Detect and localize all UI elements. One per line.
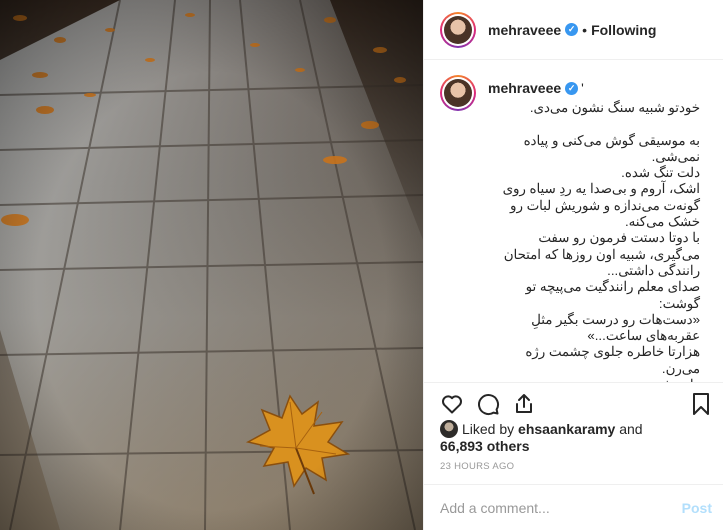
- author-username[interactable]: mehraveee: [488, 22, 561, 38]
- post-actions-bar: [424, 382, 723, 422]
- likes-prefix: Liked by: [462, 421, 515, 437]
- verified-badge-icon: ✓: [565, 23, 579, 36]
- comment-input[interactable]: [440, 499, 682, 516]
- post-timestamp[interactable]: 23 HOURS AGO: [440, 461, 514, 472]
- post-header: mehraveee ✓ • Following: [424, 0, 723, 60]
- following-button[interactable]: Following: [591, 22, 656, 38]
- post-side-panel: mehraveee ✓ • Following mehraveee ✓ ' خو…: [423, 0, 723, 530]
- wet-pavement-autumn-leaf-image: [0, 0, 423, 530]
- avatar-photo: [444, 79, 472, 107]
- comment-bar: Post: [424, 484, 723, 530]
- likes-connector: and: [619, 421, 643, 437]
- avatar-photo: [444, 15, 472, 44]
- heart-icon[interactable]: [440, 392, 464, 416]
- author-avatar[interactable]: [440, 11, 476, 48]
- post-photo[interactable]: [0, 0, 423, 530]
- caption-suffix: ': [581, 80, 584, 96]
- liker-username[interactable]: ehsaankaramy: [518, 421, 615, 437]
- comment-icon[interactable]: [476, 392, 500, 416]
- caption-author-username[interactable]: mehraveee: [488, 80, 561, 96]
- share-icon[interactable]: [512, 392, 536, 416]
- post-comment-button[interactable]: Post: [682, 500, 712, 516]
- caption-section: mehraveee ✓ ' خودتو شبیه سنگ نشون می‌دی.…: [424, 61, 723, 382]
- liker-avatar[interactable]: [440, 420, 458, 438]
- bookmark-icon[interactable]: [689, 392, 713, 416]
- likes-count-link[interactable]: 66,893 others: [440, 438, 530, 455]
- header-separator: •: [582, 21, 588, 38]
- caption-author-avatar[interactable]: [440, 75, 476, 111]
- verified-badge-icon: ✓: [565, 81, 579, 95]
- caption-text: خودتو شبیه سنگ نشون می‌دی. به موسیقی گوش…: [502, 100, 700, 382]
